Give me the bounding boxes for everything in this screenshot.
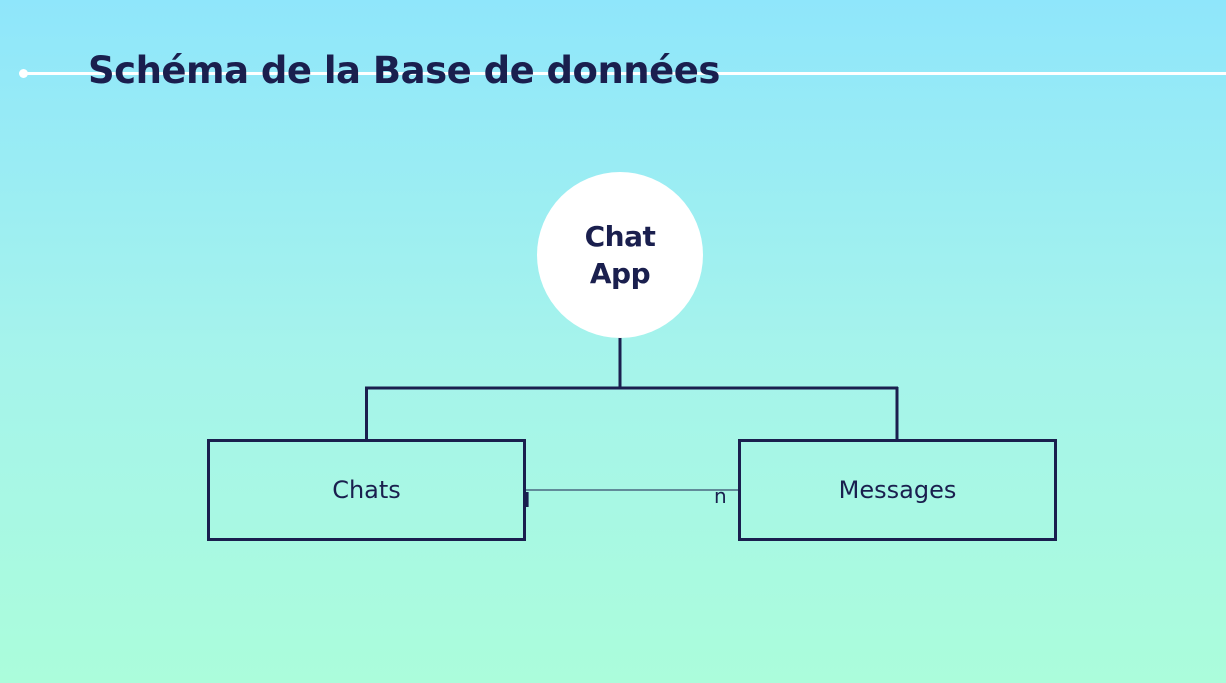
root-node-label: Chat App (584, 220, 656, 290)
diagram-connectors (365, 337, 899, 491)
entity-chats-label: Chats (332, 476, 401, 504)
slide-title-text: Schéma de la Base de données (88, 49, 720, 92)
cardinality-many-label: n (714, 484, 727, 508)
slide: Schéma de la Base de données Chat App Ch… (0, 0, 1226, 683)
entity-messages-label: Messages (838, 476, 957, 504)
cardinality-one-label: I (523, 488, 531, 512)
root-node-chat-app: Chat App (537, 172, 703, 338)
slide-title: Schéma de la Base de données (88, 46, 720, 96)
entity-messages: Messages (738, 439, 1057, 541)
entity-chats: Chats (207, 439, 526, 541)
